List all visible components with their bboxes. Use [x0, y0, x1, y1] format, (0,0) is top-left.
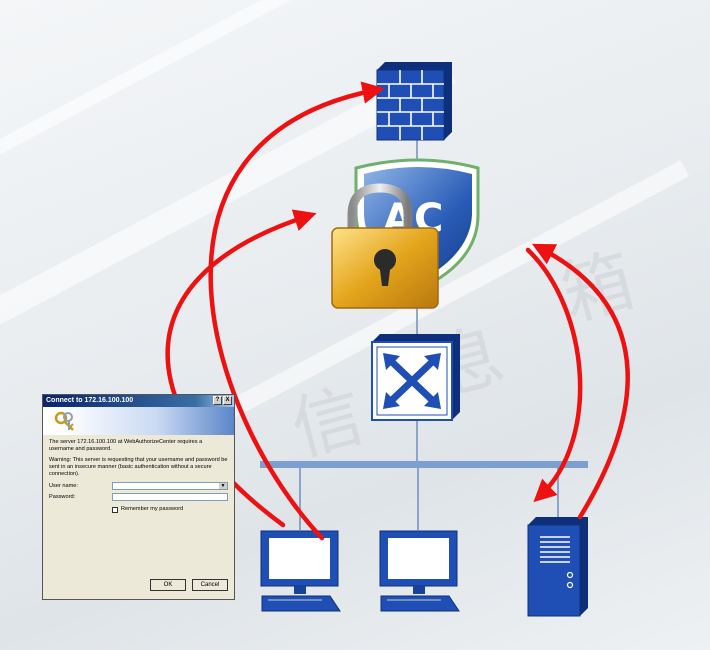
- firewall-icon: [376, 62, 452, 141]
- help-button[interactable]: ?: [213, 396, 222, 405]
- dialog-title: Connect to 172.16.100.100: [46, 397, 134, 404]
- watermark-char: 信: [283, 374, 372, 471]
- chevron-down-icon[interactable]: ▼: [219, 483, 227, 489]
- close-button[interactable]: X: [223, 396, 232, 405]
- ok-button[interactable]: OK: [150, 579, 186, 591]
- flow-arrow-pc-to-firewall: [208, 81, 385, 541]
- pc-icon: [379, 530, 460, 612]
- keys-icon: [54, 411, 74, 431]
- server-icon: [527, 517, 588, 617]
- dialog-title-bar: Connect to 172.16.100.100 ? X: [43, 395, 234, 407]
- password-label: Password:: [49, 493, 76, 500]
- dialog-warning: Warning: This server is requesting that …: [49, 457, 228, 477]
- switch-icon: [371, 334, 460, 421]
- lan-bus: [260, 461, 588, 468]
- password-field[interactable]: [112, 493, 228, 501]
- pc-icon: [260, 530, 341, 612]
- dialog-banner: [43, 407, 234, 435]
- login-dialog: Connect to 172.16.100.100 ? X The server…: [42, 394, 235, 600]
- dialog-message: The server 172.16.100.100 at WebAuthoriz…: [49, 439, 203, 452]
- watermark-char: 箱: [553, 239, 642, 336]
- remember-label: Remember my password: [121, 506, 184, 512]
- remember-checkbox[interactable]: [112, 506, 118, 513]
- username-label: User name:: [49, 482, 78, 489]
- username-field[interactable]: ▼: [112, 482, 228, 490]
- cancel-button[interactable]: Cancel: [192, 579, 228, 591]
